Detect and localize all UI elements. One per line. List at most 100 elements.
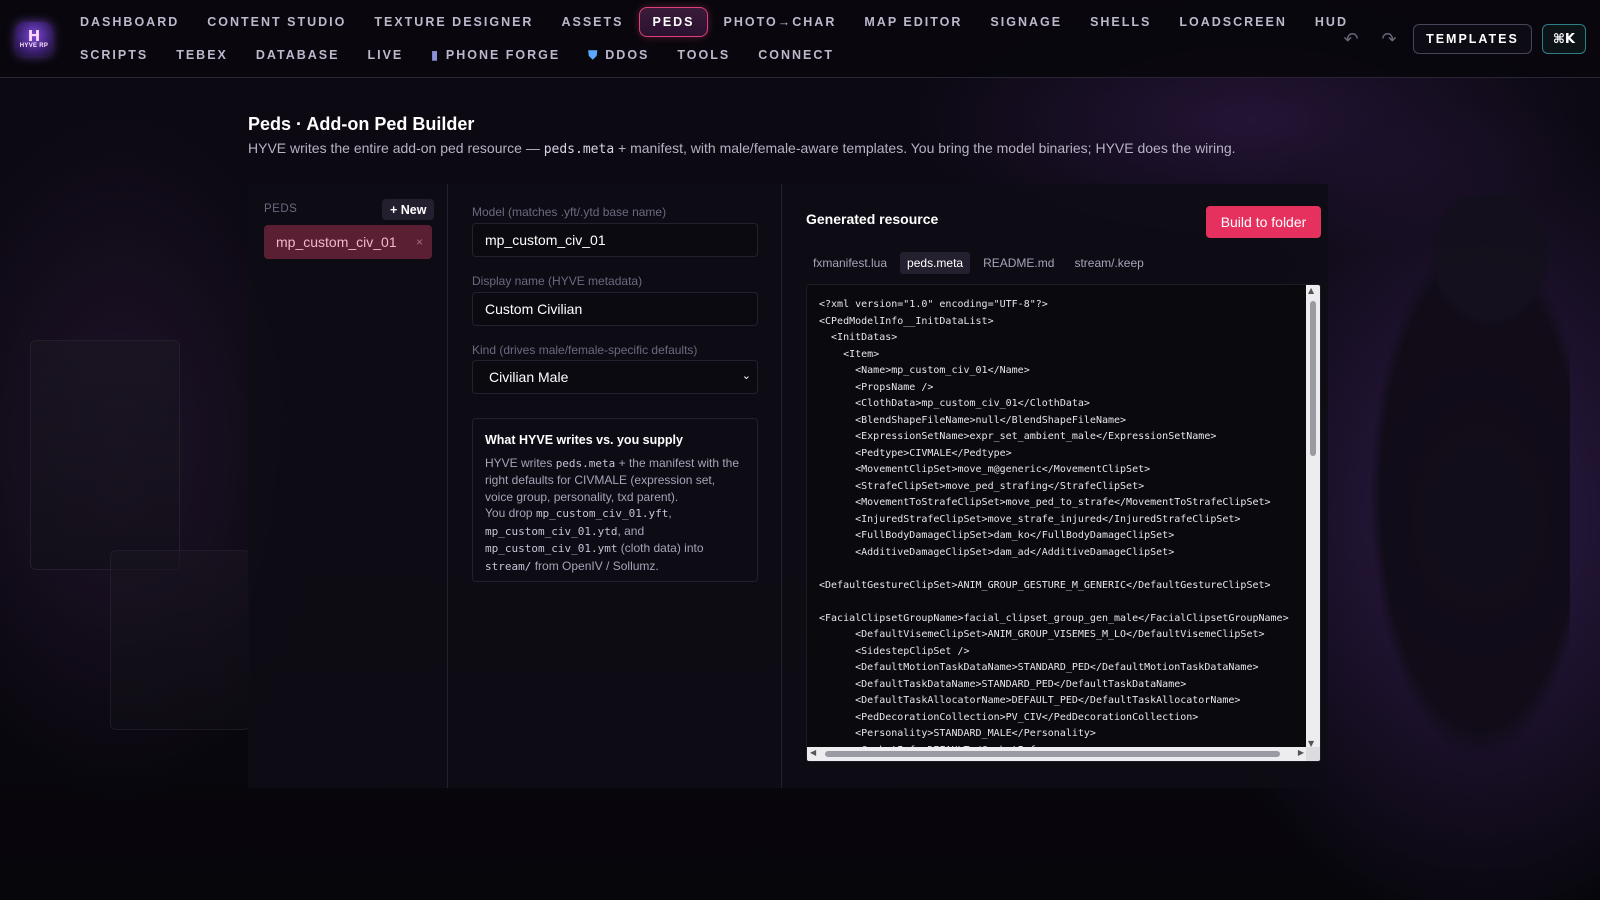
generated-resource-column: Generated resource Build to folder fxman… xyxy=(782,184,1328,788)
subtitle-text: HYVE writes the entire add-on ped resour… xyxy=(248,140,544,156)
code-line: <CPedModelInfo__InitDataList> xyxy=(819,315,994,327)
nav-phone-forge[interactable]: ▮ PHONE FORGE xyxy=(419,40,572,70)
model-input[interactable]: mp_custom_civ_01 xyxy=(472,223,758,257)
code-line: <SidestepClipSet /> xyxy=(819,645,970,657)
page-title: Peds · Add-on Ped Builder xyxy=(248,114,475,134)
command-palette-button[interactable]: ⌘K xyxy=(1541,24,1586,54)
peds-list-label: PEDS xyxy=(264,203,298,215)
templates-button[interactable]: TEMPLATES xyxy=(1413,24,1532,54)
nav-peds[interactable]: PEDS xyxy=(639,7,708,37)
code-line: <FacialClipsetGroupName>facial_clipset_g… xyxy=(819,612,1289,624)
code-line: <PedDecorationCollection>PV_CIV</PedDeco… xyxy=(819,711,1199,723)
nav-texture-designer[interactable]: TEXTURE DESIGNER xyxy=(362,7,545,37)
subtitle-code: peds.meta xyxy=(543,142,615,157)
vertical-scrollbar[interactable]: ▲ ▼ xyxy=(1306,285,1320,749)
toolbar-right: ↶ ↷ TEMPLATES ⌘K xyxy=(1337,24,1586,54)
scroll-up-icon[interactable]: ▲ xyxy=(1308,286,1314,295)
tab-stream-keep[interactable]: stream/.keep xyxy=(1067,252,1150,274)
code-line: <ClothData>mp_custom_civ_01</ClothData> xyxy=(819,398,1090,409)
ped-builder-panel: PEDS + New mp_custom_civ_01 × Model (mat… xyxy=(248,184,1328,788)
code-line: <MovementToStrafeClipSet>move_ped_to_str… xyxy=(819,497,1271,508)
hyve-logo[interactable]: H HYVE RP xyxy=(16,22,52,56)
generated-resource-title: Generated resource xyxy=(806,211,939,227)
redo-icon[interactable]: ↷ xyxy=(1375,25,1403,53)
code-line: <FullBodyDamageClipSet>dam_ko</FullBodyD… xyxy=(819,530,1175,541)
code-viewer[interactable]: <?xml version="1.0" encoding="UTF-8"?> <C… xyxy=(806,284,1321,762)
nav-tools[interactable]: TOOLS xyxy=(665,40,742,70)
horizontal-scroll-thumb[interactable] xyxy=(825,751,1280,757)
code-line: <BlendShapeFileName>null</BlendShapeFile… xyxy=(819,414,1127,426)
kind-field-label: Kind (drives male/female-specific defaul… xyxy=(472,343,698,357)
code-line: <DefaultGestureClipSet>ANIM_GROUP_GESTUR… xyxy=(819,579,1271,591)
remove-ped-icon[interactable]: × xyxy=(416,235,423,249)
nav-shells[interactable]: SHELLS xyxy=(1078,7,1163,37)
nav-map-editor[interactable]: MAP EDITOR xyxy=(852,7,974,37)
new-ped-button[interactable]: + New xyxy=(382,199,435,220)
file-tabs: fxmanifest.lua peds.meta README.md strea… xyxy=(806,252,1151,274)
subtitle-text: + manifest, with male/female-aware templ… xyxy=(614,140,1236,156)
nav-content-studio[interactable]: CONTENT STUDIO xyxy=(195,7,358,37)
background-silhouette xyxy=(1370,196,1570,796)
code-line: <StrafeClipSet>move_ped_strafing</Strafe… xyxy=(819,480,1145,492)
horizontal-scrollbar[interactable]: ◀ ▶ xyxy=(807,747,1307,761)
top-nav-bar: H HYVE RP DASHBOARD CONTENT STUDIO TEXTU… xyxy=(0,0,1600,78)
background-card xyxy=(110,550,250,730)
code-line: <AdditiveDamageClipSet>dam_ad</AdditiveD… xyxy=(819,546,1175,558)
code-line: <InjuredStrafeClipSet>move_strafe_injure… xyxy=(819,513,1241,525)
kind-select[interactable]: Civilian Male ⌄ xyxy=(472,360,758,394)
nav-photo-char[interactable]: PHOTO→CHAR xyxy=(712,7,849,37)
ped-form-column: Model (matches .yft/.ytd base name) mp_c… xyxy=(448,184,782,788)
code-line: <?xml version="1.0" encoding="UTF-8"?> xyxy=(819,299,1048,310)
tab-fxmanifest[interactable]: fxmanifest.lua xyxy=(806,252,894,274)
page-subtitle: HYVE writes the entire add-on ped resour… xyxy=(248,140,1348,157)
nav-connect[interactable]: CONNECT xyxy=(746,40,846,70)
info-box-paragraph: You drop mp_custom_civ_01.yft, mp_custom… xyxy=(485,506,704,573)
nav-scripts[interactable]: SCRIPTS xyxy=(68,40,160,70)
phone-icon: ▮ xyxy=(431,48,440,62)
code-line: <Pedtype>CIVMALE</Pedtype> xyxy=(819,447,1012,459)
nav-signage[interactable]: SIGNAGE xyxy=(978,7,1074,37)
code-line: <PropsName /> xyxy=(819,381,934,393)
background-card xyxy=(30,340,180,570)
nav-assets[interactable]: ASSETS xyxy=(549,7,635,37)
nav-loadscreen[interactable]: LOADSCREEN xyxy=(1167,7,1299,37)
code-line: <Item> xyxy=(819,348,880,360)
display-name-field-label: Display name (HYVE metadata) xyxy=(472,274,643,288)
nav-row-secondary: SCRIPTS TEBEX DATABASE LIVE ▮ PHONE FORG… xyxy=(68,41,850,69)
vertical-scroll-thumb[interactable] xyxy=(1310,301,1316,456)
nav-live[interactable]: LIVE xyxy=(355,40,415,70)
peds-list-column: PEDS + New mp_custom_civ_01 × xyxy=(248,184,448,788)
logo-text: HYVE RP xyxy=(19,43,49,49)
code-line: <Personality>STANDARD_MALE</Personality> xyxy=(819,728,1096,739)
code-line: <DefaultMotionTaskDataName>STANDARD_PED<… xyxy=(819,662,1259,673)
code-content: <?xml version="1.0" encoding="UTF-8"?> <C… xyxy=(819,297,1305,747)
nav-database[interactable]: DATABASE xyxy=(244,40,352,70)
chevron-down-icon: ⌄ xyxy=(741,369,751,382)
ped-list-item[interactable]: mp_custom_civ_01 × xyxy=(264,225,432,259)
code-line: <InitDatas> xyxy=(819,332,898,343)
code-line: <MovementClipSet>move_m@generic</Movemen… xyxy=(819,464,1151,475)
kind-select-value: Civilian Male xyxy=(489,369,569,385)
undo-icon[interactable]: ↶ xyxy=(1337,25,1365,53)
shield-icon: ⛊ xyxy=(588,47,600,62)
tab-peds-meta[interactable]: peds.meta xyxy=(900,252,971,274)
code-line: <ExpressionSetName>expr_set_ambient_male… xyxy=(819,431,1217,442)
nav-dashboard[interactable]: DASHBOARD xyxy=(68,7,191,37)
scroll-right-icon[interactable]: ▶ xyxy=(1298,748,1304,757)
code-line: <DefaultTaskAllocatorName>DEFAULT_PED</D… xyxy=(819,695,1241,706)
nav-phone-forge-label: PHONE FORGE xyxy=(445,48,561,62)
display-name-input[interactable]: Custom Civilian xyxy=(472,292,758,326)
build-to-folder-button[interactable]: Build to folder xyxy=(1206,206,1321,238)
code-line: <DefaultTaskDataName>STANDARD_PED</Defau… xyxy=(819,678,1187,690)
code-line: <DefaultVisemeClipSet>ANIM_GROUP_VISEMES… xyxy=(819,629,1265,640)
nav-ddos-label: DDOS xyxy=(605,48,650,62)
scroll-left-icon[interactable]: ◀ xyxy=(810,748,816,757)
nav-ddos[interactable]: ⛊ DDOS xyxy=(576,40,661,70)
nav-tebex[interactable]: TEBEX xyxy=(164,40,240,70)
info-box: What HYVE writes vs. you supply HYVE wri… xyxy=(472,418,758,582)
ped-item-name: mp_custom_civ_01 xyxy=(276,234,397,250)
info-box-title: What HYVE writes vs. you supply xyxy=(485,433,683,447)
tab-readme[interactable]: README.md xyxy=(976,252,1061,274)
